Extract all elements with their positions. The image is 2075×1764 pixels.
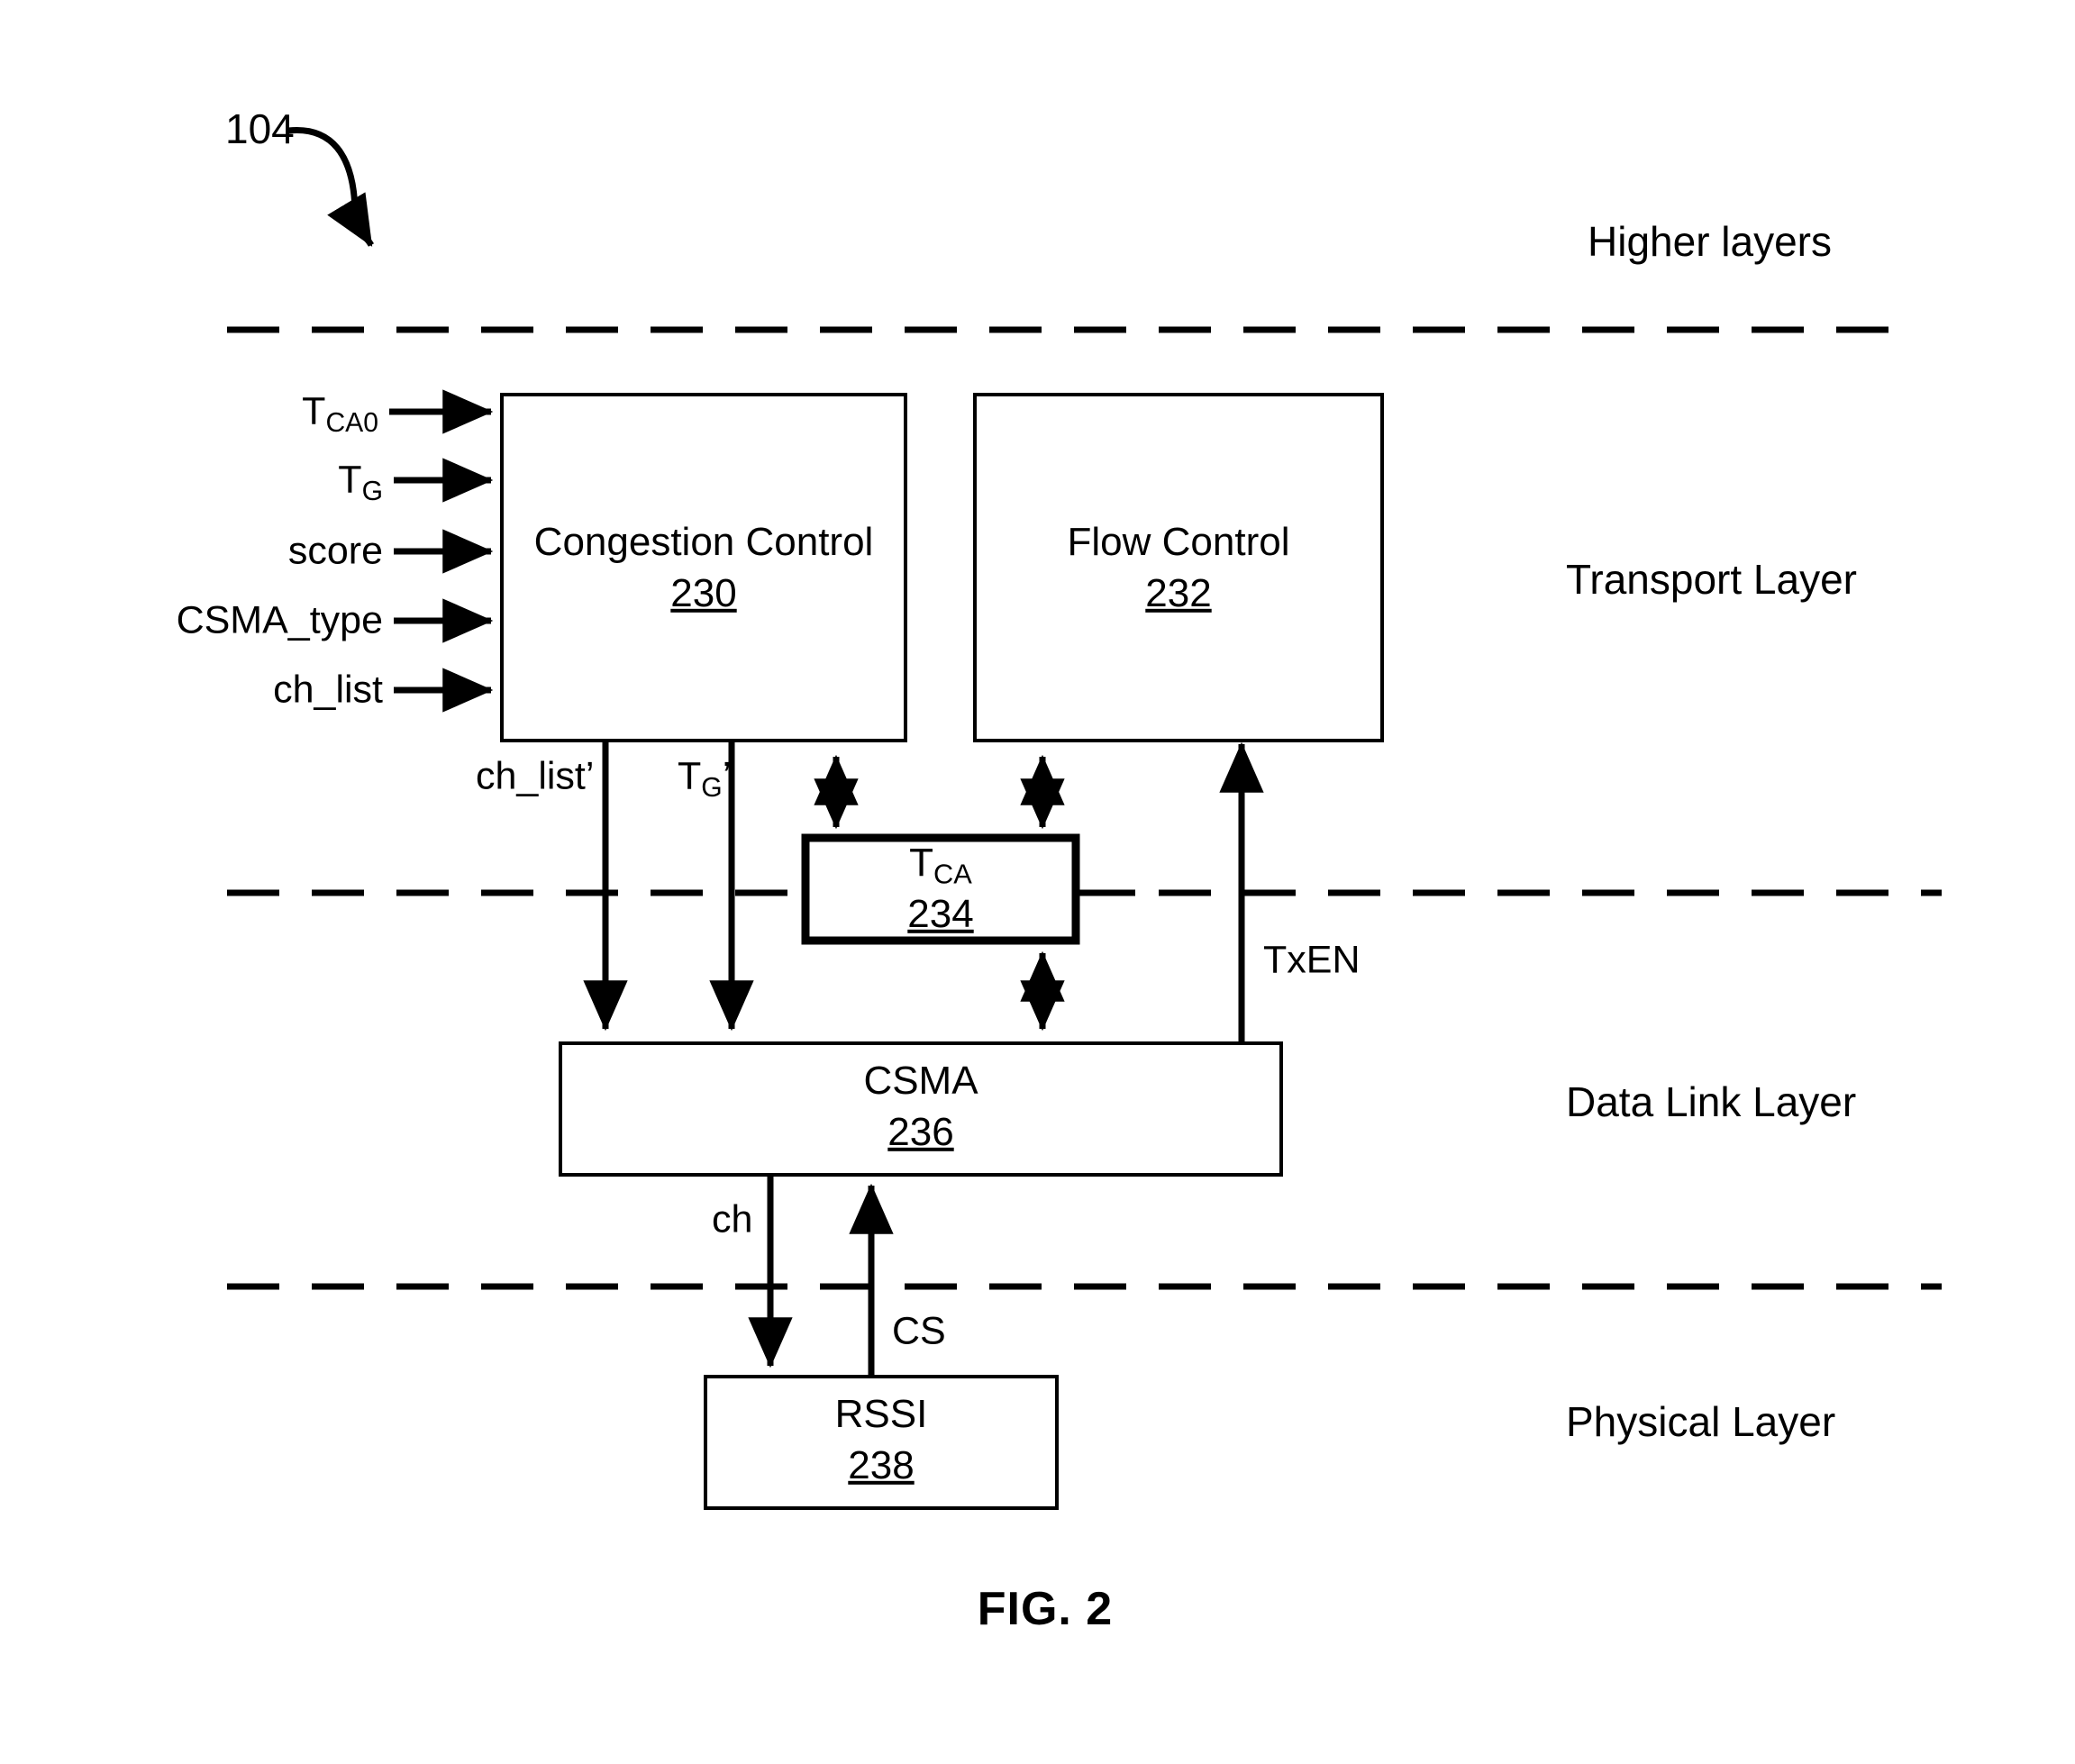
input-label-tg-base: T: [338, 458, 362, 502]
block-label-congestion-control: Congestion Control 230: [534, 516, 874, 619]
signal-label-tg-prime-base: T: [678, 754, 702, 798]
signal-label-ch-list-prime-mark: ’: [585, 754, 595, 798]
layer-label-data-link-layer: Data Link Layer: [1566, 1078, 1857, 1125]
block-label-flow-control: Flow Control 232: [1068, 516, 1290, 619]
input-label-tca0-base: T: [302, 389, 326, 433]
layer-label-higher-layers: Higher layers: [1588, 218, 1832, 265]
input-label-score: score: [287, 529, 383, 573]
callout-leader-104: [287, 127, 375, 247]
block-number-flow-control: 232: [1145, 571, 1212, 615]
block-title-tca: TCA: [907, 837, 973, 888]
input-label-tg: TG: [338, 458, 383, 505]
signal-label-ch-list-prime-base: ch_list: [476, 754, 586, 798]
signal-label-ch: ch: [712, 1197, 753, 1241]
block-number-congestion-control: 230: [670, 571, 737, 615]
signal-label-tg-prime: TG’: [678, 754, 732, 801]
block-title-rssi: RSSI: [834, 1391, 928, 1436]
input-label-tca0: TCA0: [302, 389, 378, 436]
signal-label-cs: CS: [892, 1309, 946, 1353]
block-label-rssi: RSSI 238: [835, 1388, 928, 1491]
reference-numeral-104: 104: [225, 105, 295, 152]
signal-label-txen: TxEN: [1263, 938, 1361, 982]
signal-label-tg-prime-mark: ’: [722, 754, 732, 798]
input-label-tca0-sub: CA0: [325, 407, 378, 438]
block-title-congestion-control: Congestion Control: [533, 519, 874, 564]
layer-label-physical-layer: Physical Layer: [1566, 1398, 1836, 1445]
block-label-tca: TCA 234: [907, 837, 973, 940]
layer-label-transport-layer: Transport Layer: [1566, 556, 1857, 603]
block-title-csma: CSMA: [863, 1058, 978, 1103]
block-label-csma: CSMA 236: [863, 1055, 978, 1158]
input-label-tg-sub: G: [361, 476, 383, 506]
signal-label-tg-prime-sub: G: [701, 772, 723, 803]
block-number-rssi: 238: [848, 1443, 915, 1487]
block-title-tca-sub: CA: [933, 858, 972, 890]
input-label-csma-type: CSMA_type: [176, 598, 383, 642]
block-number-csma: 236: [887, 1110, 954, 1154]
block-title-flow-control: Flow Control: [1067, 519, 1290, 564]
figure-page: 104 Higher layers Transport Layer Data L…: [0, 0, 2075, 1764]
block-title-tca-base: T: [909, 840, 934, 885]
block-number-tca: 234: [907, 892, 974, 936]
figure-caption: FIG. 2: [977, 1583, 1114, 1635]
input-label-ch-list: ch_list: [273, 668, 383, 712]
signal-label-ch-list-prime: ch_list’: [476, 754, 595, 798]
input-arrows: [389, 389, 494, 713]
